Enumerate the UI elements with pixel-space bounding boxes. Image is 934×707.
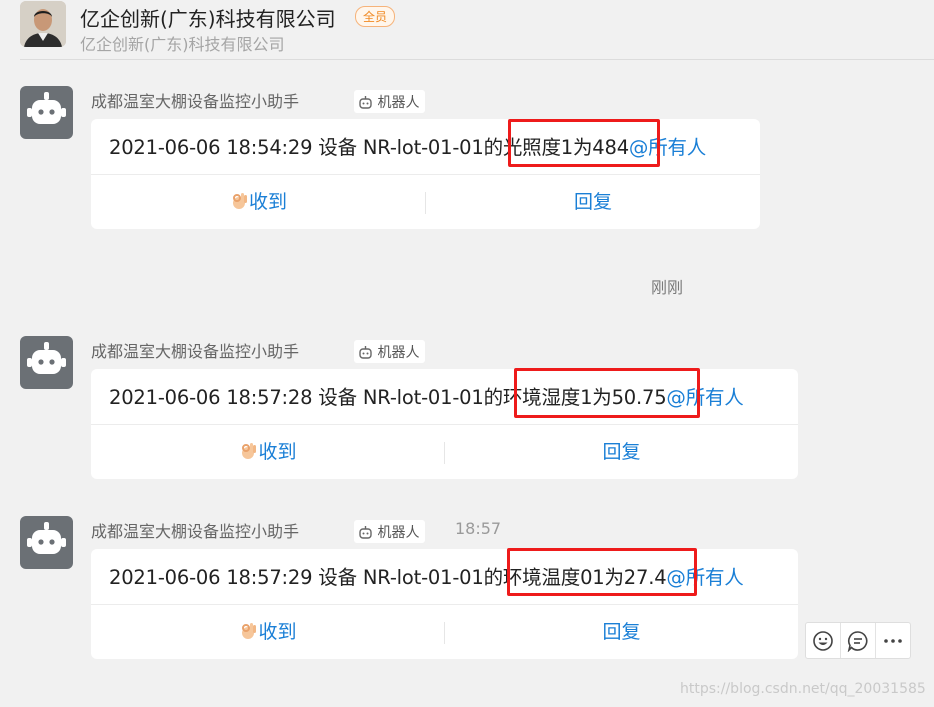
robot-tag: 机器人: [354, 90, 426, 113]
robot-tag-icon: [359, 346, 372, 359]
message-hover-toolbar: [805, 622, 911, 659]
ack-button[interactable]: 收到: [91, 425, 444, 479]
watermark: https://blog.csdn.net/qq_20031585: [680, 681, 926, 697]
sender-name[interactable]: 成都温室大棚设备监控小助手: [91, 88, 299, 112]
robot-avatar-icon[interactable]: [20, 516, 73, 569]
group-subtitle: 亿企创新(广东)科技有限公司: [80, 35, 285, 54]
ack-button[interactable]: 收到: [91, 175, 425, 229]
header-divider: [20, 59, 934, 60]
all-members-badge: 全员: [355, 6, 396, 27]
robot-tag: 机器人: [354, 340, 426, 363]
ack-button[interactable]: 收到: [91, 605, 444, 659]
highlight-box: [514, 368, 700, 418]
card-actions: 收到 回复: [91, 175, 760, 229]
sender-name[interactable]: 成都温室大棚设备监控小助手: [91, 518, 299, 542]
reply-bubble-icon[interactable]: [841, 623, 875, 658]
highlight-box: [507, 548, 697, 596]
group-avatar[interactable]: [20, 1, 66, 47]
robot-avatar-icon[interactable]: [20, 86, 73, 139]
highlight-box: [508, 119, 660, 167]
robot-avatar-icon[interactable]: [20, 336, 73, 389]
robot-tag-label: 机器人: [377, 525, 420, 541]
ok-hand-icon: [238, 441, 258, 463]
reply-button[interactable]: 回复: [426, 175, 760, 229]
message-time: 18:57: [455, 519, 502, 538]
card-actions: 收到 回复: [91, 605, 798, 659]
sender-name[interactable]: 成都温室大棚设备监控小助手: [91, 338, 299, 362]
robot-tag-icon: [359, 526, 372, 539]
emoji-icon[interactable]: [806, 623, 840, 658]
group-title: 亿企创新(广东)科技有限公司: [80, 7, 336, 31]
ack-label: 收到: [258, 441, 297, 463]
more-icon[interactable]: [876, 623, 910, 658]
ok-hand-icon: [229, 191, 249, 213]
robot-tag-label: 机器人: [377, 345, 420, 361]
ok-hand-icon: [238, 621, 258, 643]
reply-button[interactable]: 回复: [445, 425, 798, 479]
time-divider: 刚刚: [651, 278, 684, 297]
robot-tag-label: 机器人: [377, 95, 420, 111]
chat-header: 亿企创新(广东)科技有限公司 全员 亿企创新(广东)科技有限公司: [0, 0, 934, 60]
robot-tag: 机器人: [354, 520, 426, 543]
card-actions: 收到 回复: [91, 425, 798, 479]
robot-tag-icon: [359, 96, 372, 109]
ack-label: 收到: [258, 621, 297, 643]
reply-button[interactable]: 回复: [445, 605, 798, 659]
ack-label: 收到: [248, 191, 287, 213]
